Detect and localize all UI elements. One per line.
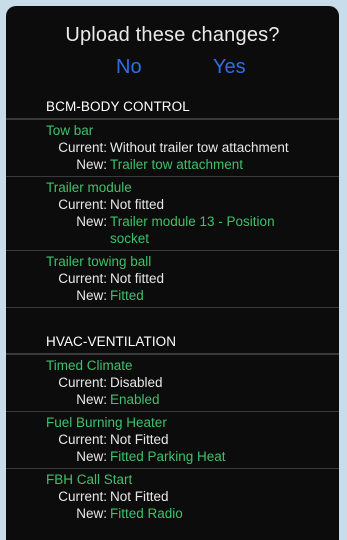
current-label: Current: <box>58 197 107 212</box>
new-label: New: <box>76 449 107 464</box>
no-button[interactable]: No <box>116 56 142 79</box>
new-label: New: <box>76 506 107 521</box>
section-divider <box>6 307 339 329</box>
current-value: Not fitted <box>110 271 165 286</box>
new-row: New: Trailer tow attachment <box>6 156 339 173</box>
new-value: Fitted Radio <box>110 506 183 521</box>
current-label: Current: <box>58 489 107 504</box>
current-value: Not fitted <box>110 197 165 212</box>
new-row: New: Fitted Radio <box>6 505 339 522</box>
current-row: Current: Disabled <box>6 374 339 391</box>
current-row: Current: Not Fitted <box>6 431 339 448</box>
change-item-name: Trailer module <box>46 180 132 195</box>
current-row: Current: Not Fitted <box>6 488 339 505</box>
current-label: Current: <box>58 375 107 390</box>
current-row: Current: Without trailer tow attachment <box>6 139 339 156</box>
change-item: Timed Climate Current: Disabled New: Ena… <box>6 354 339 411</box>
new-row: New: Trailer module 13 - Position socket <box>6 213 339 247</box>
change-item-name: Tow bar <box>46 123 94 138</box>
upload-changes-dialog: Upload these changes? No Yes BCM-BODY CO… <box>6 6 339 540</box>
new-label: New: <box>76 157 107 172</box>
change-item: FBH Call Start Current: Not Fitted New: … <box>6 468 339 525</box>
change-item-name: Trailer towing ball <box>46 254 152 269</box>
change-item: Tow bar Current: Without trailer tow att… <box>6 119 339 176</box>
current-row: Current: Not fitted <box>6 196 339 213</box>
section-header: HVAC-VENTILATION <box>6 329 339 354</box>
section-header: BCM-BODY CONTROL <box>6 94 339 119</box>
new-label: New: <box>76 392 107 407</box>
new-row: New: Enabled <box>6 391 339 408</box>
current-value: Disabled <box>110 375 163 390</box>
change-item-name: FBH Call Start <box>46 472 133 487</box>
new-value: Trailer module 13 - Position socket <box>110 214 275 246</box>
new-value: Enabled <box>110 392 160 407</box>
change-item: Fuel Burning Heater Current: Not Fitted … <box>6 411 339 468</box>
dialog-title: Upload these changes? <box>65 24 280 46</box>
change-item-name: Timed Climate <box>46 358 133 373</box>
current-value: Not Fitted <box>110 432 169 447</box>
new-row: New: Fitted Parking Heat <box>6 448 339 465</box>
new-label: New: <box>76 214 107 229</box>
changes-list[interactable]: BCM-BODY CONTROL Tow bar Current: Withou… <box>6 94 339 540</box>
change-item-name: Fuel Burning Heater <box>46 415 167 430</box>
new-row: New: Fitted <box>6 287 339 304</box>
yes-button[interactable]: Yes <box>213 56 246 79</box>
new-value: Fitted Parking Heat <box>110 449 226 464</box>
current-row: Current: Not fitted <box>6 270 339 287</box>
current-label: Current: <box>58 271 107 286</box>
change-item: Trailer towing ball Current: Not fitted … <box>6 250 339 307</box>
current-value: Not Fitted <box>110 489 169 504</box>
current-label: Current: <box>58 432 107 447</box>
current-label: Current: <box>58 140 107 155</box>
new-label: New: <box>76 288 107 303</box>
current-value: Without trailer tow attachment <box>110 140 289 155</box>
new-value: Fitted <box>110 288 144 303</box>
change-item: Trailer module Current: Not fitted New: … <box>6 176 339 250</box>
new-value: Trailer tow attachment <box>110 157 244 172</box>
screen-background: Upload these changes? No Yes BCM-BODY CO… <box>0 0 347 540</box>
